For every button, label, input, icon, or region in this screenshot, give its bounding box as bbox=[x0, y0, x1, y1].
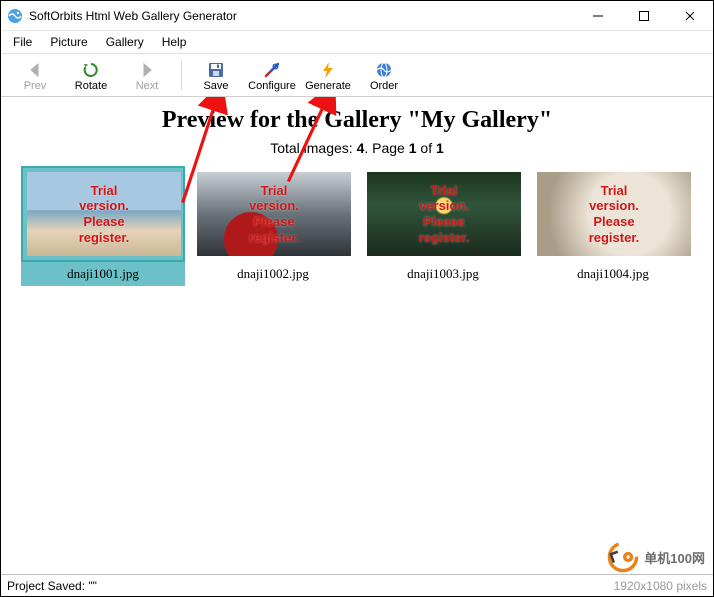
arrow-right-icon bbox=[137, 60, 157, 80]
window-controls bbox=[575, 1, 713, 30]
info-of: of bbox=[417, 140, 436, 156]
maximize-button[interactable] bbox=[621, 1, 667, 30]
thumbnail-frame: Trial version. Please register. bbox=[21, 166, 185, 262]
menu-file[interactable]: File bbox=[5, 33, 40, 51]
thumbnails-row: Trial version. Please register. dnaji1001… bbox=[21, 166, 693, 286]
thumbnail-card[interactable]: Trial version. Please register. dnaji1002… bbox=[191, 166, 355, 286]
thumbnail-card[interactable]: Trial version. Please register. dnaji1003… bbox=[361, 166, 525, 286]
titlebar: SoftOrbits Html Web Gallery Generator bbox=[1, 1, 713, 31]
next-button[interactable]: Next bbox=[119, 58, 175, 92]
trial-watermark: Trial version. Please register. bbox=[537, 172, 691, 256]
thumbnail-frame: Trial version. Please register. bbox=[191, 166, 355, 262]
toolbar: Prev Rotate Next Save Configure Generate… bbox=[1, 53, 713, 97]
save-icon bbox=[206, 60, 226, 80]
thumbnail-frame: Trial version. Please register. bbox=[531, 166, 695, 262]
page-current: 1 bbox=[409, 140, 417, 156]
trial-watermark: Trial version. Please register. bbox=[197, 172, 351, 256]
preview-info: Total images: 4. Page 1 of 1 bbox=[21, 140, 693, 156]
thumbnail-frame: Trial version. Please register. bbox=[361, 166, 525, 262]
thumbnail-caption: dnaji1003.jpg bbox=[361, 266, 525, 282]
thumbnail-card[interactable]: Trial version. Please register. dnaji1004… bbox=[531, 166, 695, 286]
toolbar-label: Next bbox=[136, 80, 159, 92]
close-button[interactable] bbox=[667, 1, 713, 30]
generate-button[interactable]: Generate bbox=[300, 58, 356, 92]
menu-help[interactable]: Help bbox=[154, 33, 195, 51]
arrow-left-icon bbox=[25, 60, 45, 80]
thumbnail-caption: dnaji1001.jpg bbox=[21, 266, 185, 282]
trial-watermark: Trial version. Please register. bbox=[27, 172, 181, 256]
info-middle: . Page bbox=[364, 140, 408, 156]
status-left: Project Saved: "" bbox=[7, 579, 97, 593]
toolbar-label: Save bbox=[203, 80, 228, 92]
thumbnail-image: Trial version. Please register. bbox=[367, 172, 521, 256]
thumbnail-image: Trial version. Please register. bbox=[27, 172, 181, 256]
toolbar-label: Order bbox=[370, 80, 398, 92]
rotate-button[interactable]: Rotate bbox=[63, 58, 119, 92]
trial-watermark: Trial version. Please register. bbox=[367, 172, 521, 256]
save-button[interactable]: Save bbox=[188, 58, 244, 92]
menubar: File Picture Gallery Help bbox=[1, 31, 713, 53]
toolbar-separator bbox=[181, 60, 182, 90]
toolbar-label: Rotate bbox=[75, 80, 107, 92]
menu-picture[interactable]: Picture bbox=[42, 33, 95, 51]
window-title: SoftOrbits Html Web Gallery Generator bbox=[29, 9, 575, 23]
globe-icon bbox=[374, 60, 394, 80]
preview-panel: Preview for the Gallery "My Gallery" Tot… bbox=[1, 97, 713, 574]
page-total: 1 bbox=[436, 140, 444, 156]
status-right: 1920x1080 pixels bbox=[614, 579, 707, 593]
site-watermark: 单机100网 bbox=[606, 540, 705, 574]
menu-gallery[interactable]: Gallery bbox=[98, 33, 152, 51]
rotate-icon bbox=[81, 60, 101, 80]
site-watermark-text: 单机100网 bbox=[644, 548, 705, 567]
toolbar-label: Generate bbox=[305, 80, 351, 92]
thumbnail-image: Trial version. Please register. bbox=[197, 172, 351, 256]
preview-title: Preview for the Gallery "My Gallery" bbox=[21, 107, 693, 134]
order-button[interactable]: Order bbox=[356, 58, 412, 92]
site-logo-icon bbox=[606, 540, 640, 574]
configure-button[interactable]: Configure bbox=[244, 58, 300, 92]
toolbar-label: Configure bbox=[248, 80, 296, 92]
toolbar-label: Prev bbox=[24, 80, 47, 92]
thumbnail-caption: dnaji1004.jpg bbox=[531, 266, 695, 282]
statusbar: Project Saved: "" 1920x1080 pixels bbox=[1, 574, 713, 596]
minimize-button[interactable] bbox=[575, 1, 621, 30]
app-icon bbox=[7, 8, 23, 24]
tools-icon bbox=[262, 60, 282, 80]
info-prefix: Total images: bbox=[270, 140, 356, 156]
lightning-icon bbox=[318, 60, 338, 80]
thumbnail-card[interactable]: Trial version. Please register. dnaji1001… bbox=[21, 166, 185, 286]
prev-button[interactable]: Prev bbox=[7, 58, 63, 92]
thumbnail-image: Trial version. Please register. bbox=[537, 172, 691, 256]
thumbnail-caption: dnaji1002.jpg bbox=[191, 266, 355, 282]
